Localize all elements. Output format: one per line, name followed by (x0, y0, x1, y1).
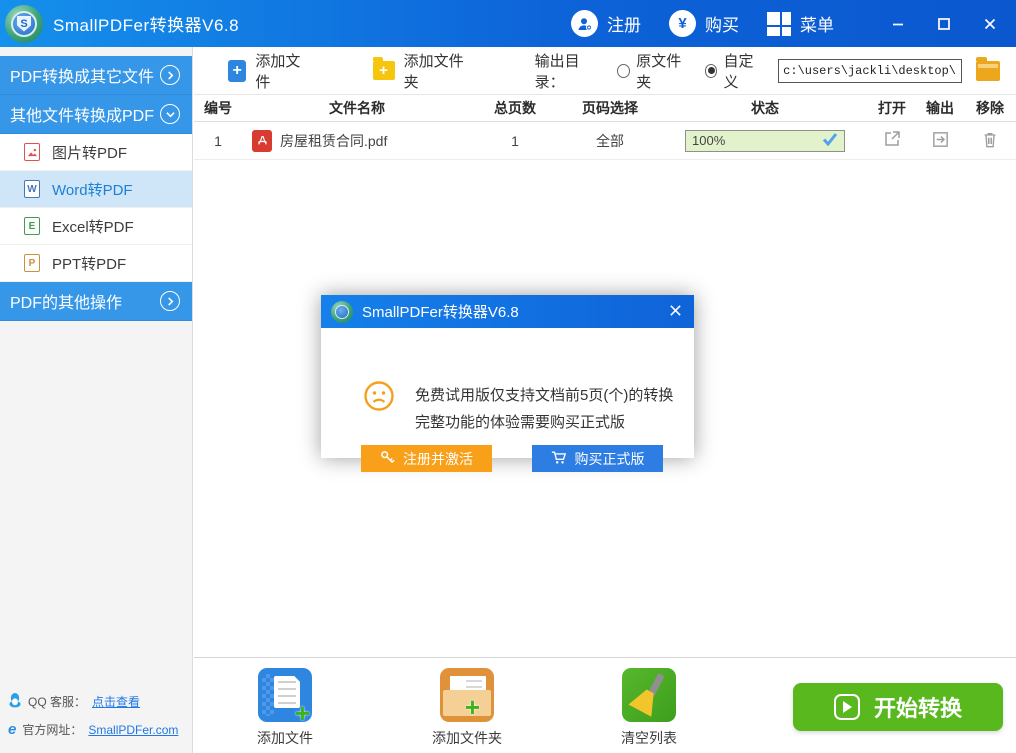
add-folder-icon: + (373, 61, 395, 80)
chevron-down-icon (160, 104, 180, 124)
add-folder-big-button[interactable]: + 添加文件夹 (412, 668, 522, 748)
buy-button[interactable]: ¥ 购买 (659, 10, 749, 37)
radio-checked-icon[interactable] (705, 64, 718, 78)
sidebar-item-image-to-pdf[interactable]: 图片转PDF (0, 134, 192, 171)
chevron-right-icon (160, 65, 180, 85)
app-window: S SmallPDFer转换器V6.8 注册 ¥ 购买 菜单 (0, 0, 1016, 753)
menu-label: 菜单 (800, 11, 834, 36)
toolbar: + 添加文件 + 添加文件夹 输出目录： 原文件夹 自定义 (194, 47, 1016, 95)
col-header-output: 输出 (916, 98, 964, 118)
progress-bar: 100% (685, 130, 845, 152)
browse-folder-button[interactable] (976, 61, 1000, 81)
bottom-bar: + 添加文件 + 添加文件夹 清空列表 开始转换 (194, 657, 1016, 753)
sidebar: PDF转换成其它文件 其他文件转换成PDF 图片转PDF W Word转PDF … (0, 47, 193, 753)
cart-icon (551, 450, 567, 468)
clear-list-icon (622, 668, 676, 722)
official-site-label: 官方网址： (22, 721, 82, 738)
check-icon (822, 132, 838, 149)
titlebar: S SmallPDFer转换器V6.8 注册 ¥ 购买 菜单 (0, 0, 1016, 47)
col-header-status: 状态 (662, 98, 868, 118)
dialog-logo-icon (331, 301, 353, 323)
app-title: SmallPDFer转换器V6.8 (53, 11, 239, 36)
col-header-pages: 总页数 (472, 98, 558, 118)
table-header: 编号 文件名称 总页数 页码选择 状态 打开 输出 移除 (194, 95, 1016, 122)
qq-service-link[interactable]: 点击查看 (92, 693, 140, 710)
dialog-message-line2: 完整功能的体验需要购买正式版 (415, 411, 625, 432)
open-output-icon[interactable] (931, 130, 950, 149)
yen-icon: ¥ (669, 10, 696, 37)
dialog-message-line1: 免费试用版仅支持文档前5页(个)的转换 (415, 384, 673, 405)
key-icon (380, 450, 395, 468)
add-folder-big-icon: + (440, 668, 494, 722)
col-header-open: 打开 (868, 98, 916, 118)
row-page-range[interactable]: 全部 (558, 131, 662, 151)
maximize-button[interactable] (924, 7, 964, 41)
user-add-icon (571, 10, 598, 37)
app-logo-icon: S (5, 5, 43, 43)
progress-value: 100% (692, 133, 725, 148)
row-index: 1 (194, 133, 242, 149)
register-activate-button[interactable]: 注册并激活 (361, 445, 492, 472)
delete-icon[interactable] (981, 130, 999, 149)
chevron-right-icon (160, 291, 180, 311)
table-row: 1 房屋租赁合同.pdf 1 全部 100% (194, 122, 1016, 160)
buy-full-version-button[interactable]: 购买正式版 (532, 445, 663, 472)
sidebar-section-pdf-other-ops[interactable]: PDF的其他操作 (0, 282, 192, 321)
start-convert-label: 开始转换 (874, 691, 962, 723)
trial-dialog: SmallPDFer转换器V6.8 免费试用版仅支持文档前5页(个)的转换 完整… (321, 295, 694, 458)
word-file-icon: W (24, 180, 40, 198)
start-convert-button[interactable]: 开始转换 (793, 683, 1003, 731)
add-file-big-icon: + (258, 668, 312, 722)
ppt-file-icon: P (24, 254, 40, 272)
row-filename: 房屋租赁合同.pdf (280, 131, 387, 151)
add-file-button[interactable]: + 添加文件 (228, 50, 311, 92)
minimize-button[interactable] (878, 7, 918, 41)
add-file-big-button[interactable]: + 添加文件 (230, 668, 340, 748)
qq-icon (8, 692, 22, 711)
menu-grid-icon (767, 12, 791, 36)
dialog-close-icon[interactable] (669, 302, 682, 322)
open-file-icon[interactable] (882, 129, 902, 149)
sidebar-item-excel-to-pdf[interactable]: E Excel转PDF (0, 208, 192, 245)
play-icon (834, 694, 860, 720)
radio-original-folder[interactable]: 原文件夹 (617, 50, 690, 92)
add-file-icon: + (228, 60, 246, 82)
sad-face-icon (363, 380, 395, 417)
close-button[interactable] (970, 7, 1010, 41)
radio-custom-folder[interactable]: 自定义 (705, 50, 765, 92)
sidebar-footer: QQ 客服： 点击查看 e 官方网址： SmallPDFer.com (0, 687, 192, 743)
menu-button[interactable]: 菜单 (757, 11, 844, 36)
dialog-title: SmallPDFer转换器V6.8 (362, 301, 519, 322)
pdf-file-icon (252, 130, 272, 152)
register-button[interactable]: 注册 (561, 10, 651, 37)
col-header-filename: 文件名称 (242, 98, 472, 118)
ie-browser-icon: e (8, 723, 16, 737)
sidebar-item-word-to-pdf[interactable]: W Word转PDF (0, 171, 192, 208)
excel-file-icon: E (24, 217, 40, 235)
clear-list-button[interactable]: 清空列表 (594, 668, 704, 748)
radio-unchecked-icon[interactable] (617, 64, 630, 78)
sidebar-section-other-to-pdf[interactable]: 其他文件转换成PDF (0, 95, 192, 134)
buy-label: 购买 (705, 11, 739, 36)
output-path-input[interactable] (778, 59, 962, 83)
official-site-link[interactable]: SmallPDFer.com (88, 723, 178, 737)
row-pages: 1 (472, 133, 558, 149)
image-file-icon (24, 143, 40, 161)
output-dir-label: 输出目录： (535, 50, 604, 92)
register-label: 注册 (607, 11, 641, 36)
col-header-remove: 移除 (964, 98, 1016, 118)
add-folder-button[interactable]: + 添加文件夹 (373, 50, 473, 92)
dialog-titlebar: SmallPDFer转换器V6.8 (321, 295, 694, 328)
col-header-index: 编号 (194, 98, 242, 118)
sidebar-item-ppt-to-pdf[interactable]: P PPT转PDF (0, 245, 192, 282)
sidebar-section-pdf-to-other[interactable]: PDF转换成其它文件 (0, 56, 192, 95)
qq-service-label: QQ 客服： (28, 693, 86, 710)
col-header-range: 页码选择 (558, 98, 662, 118)
